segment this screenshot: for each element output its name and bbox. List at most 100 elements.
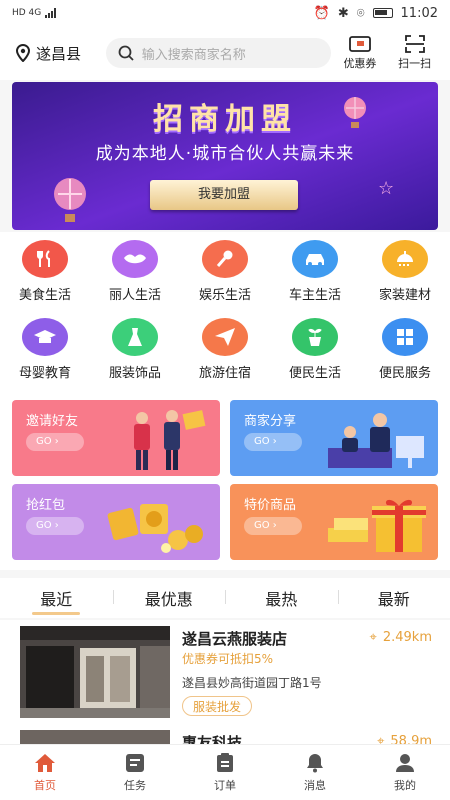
- plant-icon: [292, 317, 338, 356]
- nav-orders[interactable]: 订单: [180, 745, 270, 800]
- category-label: 旅游住宿: [198, 365, 251, 381]
- paper-plane-icon: [202, 317, 248, 356]
- signal-icon: [45, 8, 57, 18]
- promo-title: 特价商品: [244, 498, 297, 513]
- meeting-people-icon: [328, 413, 424, 468]
- sort-tabs: 最近 最优惠 最热 最新: [0, 578, 450, 618]
- tab-newest[interactable]: 最新: [337, 586, 450, 610]
- status-right: ⏰ ✱ ⌾ 11:02: [314, 6, 438, 21]
- nav-tasks[interactable]: 任务: [90, 745, 180, 800]
- order-icon: [217, 752, 233, 772]
- category-label: 服装饰品: [108, 365, 161, 381]
- franchise-banner[interactable]: ☆ 招商加盟 成为本地人·城市合伙人共赢未来 我要加盟: [12, 82, 438, 230]
- bottom-nav: 首页 任务 订单 消息 我的: [0, 744, 450, 800]
- location-selector[interactable]: 遂昌县: [16, 43, 104, 64]
- nav-label: 消息: [304, 778, 326, 792]
- store-name: 遂昌云燕服装店: [182, 630, 288, 648]
- banner-subtitle: 成为本地人·城市合伙人共赢未来: [95, 144, 355, 164]
- category-entertainment[interactable]: 娱乐生活: [180, 232, 270, 310]
- search-icon: [118, 45, 134, 61]
- promo-title: 商家分享: [244, 414, 297, 429]
- gift-box-icon: [328, 499, 426, 552]
- category-education[interactable]: 母婴教育: [0, 310, 90, 388]
- tab-recent[interactable]: 最近: [0, 586, 113, 615]
- store-address: 遂昌县妙高街道园丁路1号: [182, 676, 322, 690]
- star-icon: ☆: [378, 178, 395, 199]
- alarm-icon: ⏰: [313, 5, 330, 21]
- join-button[interactable]: 我要加盟: [150, 180, 298, 210]
- coupon-icon: [349, 36, 371, 52]
- category-home-decor[interactable]: 家装建材: [360, 232, 450, 310]
- category-food[interactable]: 美食生活: [0, 232, 90, 310]
- category-label: 车主生活: [288, 287, 341, 303]
- promo-go-button[interactable]: GO ›: [26, 433, 84, 451]
- promo-go-button[interactable]: GO ›: [244, 517, 302, 535]
- network-label: HD 4G: [12, 8, 42, 18]
- distance-value: 2.49km: [382, 630, 432, 645]
- user-icon: [396, 753, 414, 772]
- promo-invite-friends[interactable]: 邀请好友 GO ›: [12, 400, 220, 476]
- lamp-icon: [382, 239, 428, 278]
- home-icon: [35, 753, 55, 772]
- category-label: 便民服务: [378, 365, 431, 381]
- promo-go-button[interactable]: GO ›: [244, 433, 302, 451]
- list-item[interactable]: 遂昌云燕服装店 ⌖ 2.49km 优惠券可抵扣5% 遂昌县妙高街道园丁路1号 服装…: [0, 620, 450, 724]
- handshake-people-icon: [134, 410, 206, 470]
- nav-messages[interactable]: 消息: [270, 745, 360, 800]
- category-label: 丽人生活: [108, 287, 161, 303]
- status-left: HD 4G: [12, 8, 57, 18]
- dress-icon: [112, 317, 158, 356]
- category-label: 母婴教育: [18, 365, 71, 381]
- car-icon: [292, 239, 338, 278]
- store-distance: ⌖ 2.49km: [370, 630, 432, 645]
- store-tag: 服装批发: [182, 696, 253, 716]
- nav-label: 订单: [214, 778, 236, 792]
- location-status-icon: ⌾: [356, 5, 365, 21]
- header: 遂昌县 输入搜索商家名称 优惠券 扫一扫: [0, 26, 450, 80]
- nav-label: 首页: [34, 778, 56, 792]
- category-convenience-life[interactable]: 便民生活: [270, 310, 360, 388]
- search-input[interactable]: 输入搜索商家名称: [105, 38, 331, 68]
- category-label: 娱乐生活: [198, 287, 251, 303]
- fork-knife-icon: [22, 239, 68, 278]
- promo-go-button[interactable]: GO ›: [26, 517, 84, 535]
- promo-title: 抢红包: [26, 498, 66, 513]
- category-grid: 美食生活 丽人生活 娱乐生活 车主生活 家装建材 母婴教育 服装饰品 旅游住宿 …: [0, 232, 450, 390]
- nav-profile[interactable]: 我的: [360, 745, 450, 800]
- category-car[interactable]: 车主生活: [270, 232, 360, 310]
- task-icon: [126, 753, 144, 772]
- store-coupon: 优惠券可抵扣5%: [182, 652, 274, 666]
- graduation-cap-icon: [22, 317, 68, 356]
- promo-special-offers[interactable]: 特价商品 GO ›: [230, 484, 438, 560]
- category-travel[interactable]: 旅游住宿: [180, 310, 270, 388]
- promo-red-packet[interactable]: 抢红包 GO ›: [12, 484, 220, 560]
- category-label: 美食生活: [18, 287, 71, 303]
- location-label: 遂昌县: [36, 44, 82, 63]
- scan-icon: [404, 35, 425, 53]
- category-beauty[interactable]: 丽人生活: [90, 232, 180, 310]
- coupon-button[interactable]: 优惠券: [335, 35, 386, 71]
- scan-label: 扫一扫: [398, 57, 432, 70]
- scan-button[interactable]: 扫一扫: [389, 35, 440, 71]
- microphone-icon: [202, 239, 248, 278]
- category-label: 便民生活: [288, 365, 341, 381]
- coupon-label: 优惠券: [343, 57, 377, 70]
- battery-icon: [372, 8, 393, 18]
- clock: 11:02: [400, 5, 438, 21]
- category-clothing[interactable]: 服装饰品: [90, 310, 180, 388]
- app-page: HD 4G ⏰ ✱ ⌾ 11:02 遂昌县 输入搜索商家名称 优惠券 扫一扫 ☆…: [0, 0, 450, 800]
- store-photo: [20, 626, 170, 718]
- store-list: 遂昌云燕服装店 ⌖ 2.49km 优惠券可抵扣5% 遂昌县妙高街道园丁路1号 服装…: [0, 620, 450, 750]
- tab-best-discount[interactable]: 最优惠: [112, 586, 226, 610]
- promo-section: 邀请好友 GO › 商家分享 GO › 抢红包 GO › 特价商品 GO ›: [0, 390, 450, 570]
- promo-merchant-share[interactable]: 商家分享 GO ›: [230, 400, 438, 476]
- gold-coins-icon: [107, 504, 203, 553]
- nav-home[interactable]: 首页: [0, 745, 90, 800]
- nav-label: 我的: [394, 778, 416, 792]
- grid-icon: [382, 317, 428, 356]
- category-convenience-service[interactable]: 便民服务: [360, 310, 450, 388]
- map-pin-icon: [16, 44, 30, 62]
- tab-hottest[interactable]: 最热: [225, 586, 338, 610]
- status-bar: HD 4G ⏰ ✱ ⌾ 11:02: [0, 0, 450, 26]
- promo-title: 邀请好友: [26, 414, 79, 429]
